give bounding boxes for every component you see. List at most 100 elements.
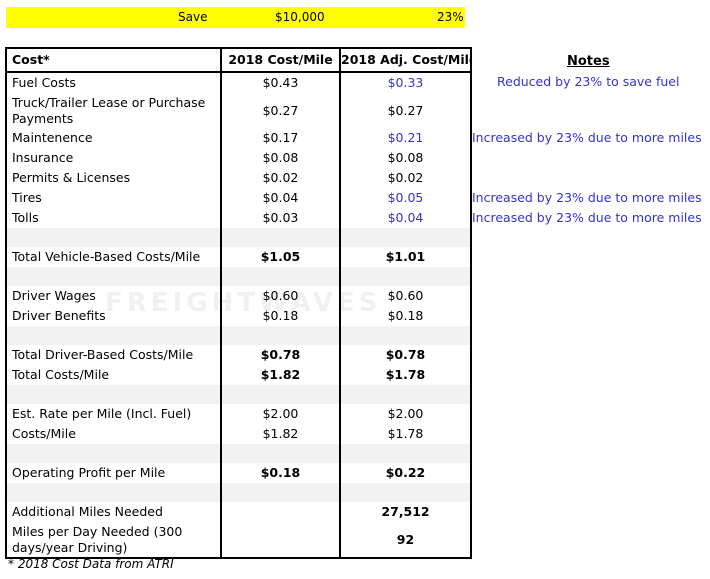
spacer-cell	[339, 326, 471, 345]
spacer-cell	[339, 385, 471, 404]
spacer-cell	[339, 267, 471, 286]
row-label: Operating Profit per Mile	[12, 465, 166, 480]
table-row: Insurance $0.08 $0.08	[6, 148, 471, 168]
row-adjusted-cost: $2.00	[339, 404, 471, 424]
row-2018-cost: $0.03	[220, 208, 340, 228]
table-row: Total Costs/Mile $1.82 $1.78	[6, 365, 471, 385]
table-row: Miles per Day Needed (300 days/year Driv…	[6, 522, 471, 558]
spacer-cell	[6, 385, 221, 404]
spacer-cell	[220, 267, 340, 286]
spacer-cell	[339, 483, 471, 502]
spacer-cell	[339, 228, 471, 247]
save-amount: $10,000	[275, 10, 325, 24]
save-label: Save	[178, 10, 208, 24]
row-2018-cost: $0.18	[220, 306, 340, 326]
table-row: Fuel Costs $0.43 $0.33	[6, 72, 471, 93]
table-row: Truck/Trailer Lease or Purchase Payments…	[6, 93, 471, 128]
row-label: Truck/Trailer Lease or Purchase Payments	[12, 94, 206, 126]
spacer-cell	[6, 444, 221, 463]
notes-header: Notes	[567, 54, 610, 69]
row-2018-cost: $0.02	[220, 168, 340, 188]
row-2018-cost	[220, 522, 340, 558]
row-adjusted-cost: $0.78	[339, 345, 471, 365]
row-2018-cost	[220, 502, 340, 522]
note-fuel: Reduced by 23% to save fuel	[497, 74, 680, 89]
row-adjusted-cost: 92	[339, 522, 471, 558]
spacer-row	[6, 385, 471, 404]
savings-summary-bar: Save $10,000 23%	[6, 7, 465, 28]
row-adjusted-cost: $0.22	[339, 463, 471, 483]
footnote: * 2018 Cost Data from ATRI	[8, 557, 174, 571]
row-adjusted-cost: $0.05	[339, 188, 471, 208]
spacer-cell	[339, 444, 471, 463]
row-adjusted-cost: $0.60	[339, 286, 471, 306]
row-label: Insurance	[12, 150, 74, 165]
row-adjusted-cost: $0.08	[339, 148, 471, 168]
table-row: Permits & Licenses $0.02 $0.02	[6, 168, 471, 188]
spacer-cell	[220, 228, 340, 247]
note-maintenance: Increased by 23% due to more miles	[472, 130, 702, 145]
row-2018-cost: $1.82	[220, 424, 340, 444]
table-row: Driver Wages $0.60 $0.60	[6, 286, 471, 306]
table-row: Tires $0.04 $0.05	[6, 188, 471, 208]
spacer-row	[6, 326, 471, 345]
row-label: Tires	[12, 190, 42, 205]
spacer-cell	[220, 326, 340, 345]
spacer-cell	[220, 385, 340, 404]
table-row: Costs/Mile $1.82 $1.78	[6, 424, 471, 444]
row-2018-cost: $0.43	[220, 72, 340, 93]
spacer-cell	[220, 444, 340, 463]
row-label: Permits & Licenses	[12, 170, 131, 185]
table-body: Fuel Costs $0.43 $0.33 Truck/Trailer Lease …	[6, 72, 471, 558]
table-row: Tolls $0.03 $0.04	[6, 208, 471, 228]
table-row: Additional Miles Needed 27,512	[6, 502, 471, 522]
row-label: Fuel Costs	[12, 75, 76, 90]
row-2018-cost: $0.18	[220, 463, 340, 483]
table-row: Est. Rate per Mile (Incl. Fuel) $2.00 $2.0…	[6, 404, 471, 424]
header-2018-cost: 2018 Cost/Mile	[220, 48, 340, 73]
spacer-row	[6, 228, 471, 247]
table-row: Driver Benefits $0.18 $0.18	[6, 306, 471, 326]
spacer-cell	[6, 267, 221, 286]
header-cost: Cost*	[6, 48, 221, 73]
row-2018-cost: $1.82	[220, 365, 340, 385]
row-adjusted-cost: $1.78	[339, 365, 471, 385]
row-adjusted-cost: $1.78	[339, 424, 471, 444]
spacer-cell	[6, 326, 221, 345]
row-2018-cost: $0.04	[220, 188, 340, 208]
row-2018-cost: $2.00	[220, 404, 340, 424]
row-2018-cost: $0.17	[220, 128, 340, 148]
table-row: Total Driver-Based Costs/Mile $0.78 $0.78	[6, 345, 471, 365]
table-row: Total Vehicle-Based Costs/Mile $1.05 $1.01	[6, 247, 471, 267]
row-label: Miles per Day Needed (300 days/year Driv…	[12, 523, 183, 555]
row-adjusted-cost: $0.33	[339, 72, 471, 93]
row-label: Costs/Mile	[12, 426, 76, 441]
row-adjusted-cost: $0.27	[339, 93, 471, 128]
table-header-row: Cost* 2018 Cost/Mile 2018 Adj. Cost/Mile	[6, 48, 471, 73]
spacer-cell	[6, 228, 221, 247]
row-label: Additional Miles Needed	[12, 504, 163, 519]
row-adjusted-cost: $0.18	[339, 306, 471, 326]
row-2018-cost: $0.27	[220, 93, 340, 128]
spacer-row	[6, 483, 471, 502]
note-tires: Increased by 23% due to more miles	[472, 190, 702, 205]
row-label: Maintenence	[12, 130, 93, 145]
row-label: Total Vehicle-Based Costs/Mile	[12, 249, 201, 264]
row-2018-cost: $1.05	[220, 247, 340, 267]
row-2018-cost: $0.08	[220, 148, 340, 168]
spacer-cell	[220, 483, 340, 502]
row-2018-cost: $0.60	[220, 286, 340, 306]
row-adjusted-cost: $0.02	[339, 168, 471, 188]
table-row: Maintenence $0.17 $0.21	[6, 128, 471, 148]
row-2018-cost: $0.78	[220, 345, 340, 365]
row-label: Tolls	[12, 210, 39, 225]
row-label: Driver Benefits	[12, 308, 106, 323]
note-tolls: Increased by 23% due to more miles	[472, 210, 702, 225]
table-row: Operating Profit per Mile $0.18 $0.22	[6, 463, 471, 483]
row-label: Driver Wages	[12, 288, 96, 303]
header-2018-adj-cost: 2018 Adj. Cost/Mile	[339, 48, 471, 73]
row-adjusted-cost: $1.01	[339, 247, 471, 267]
row-label: Total Driver-Based Costs/Mile	[12, 347, 194, 362]
cost-per-mile-table: Cost* 2018 Cost/Mile 2018 Adj. Cost/Mile…	[5, 47, 472, 559]
spacer-row	[6, 267, 471, 286]
